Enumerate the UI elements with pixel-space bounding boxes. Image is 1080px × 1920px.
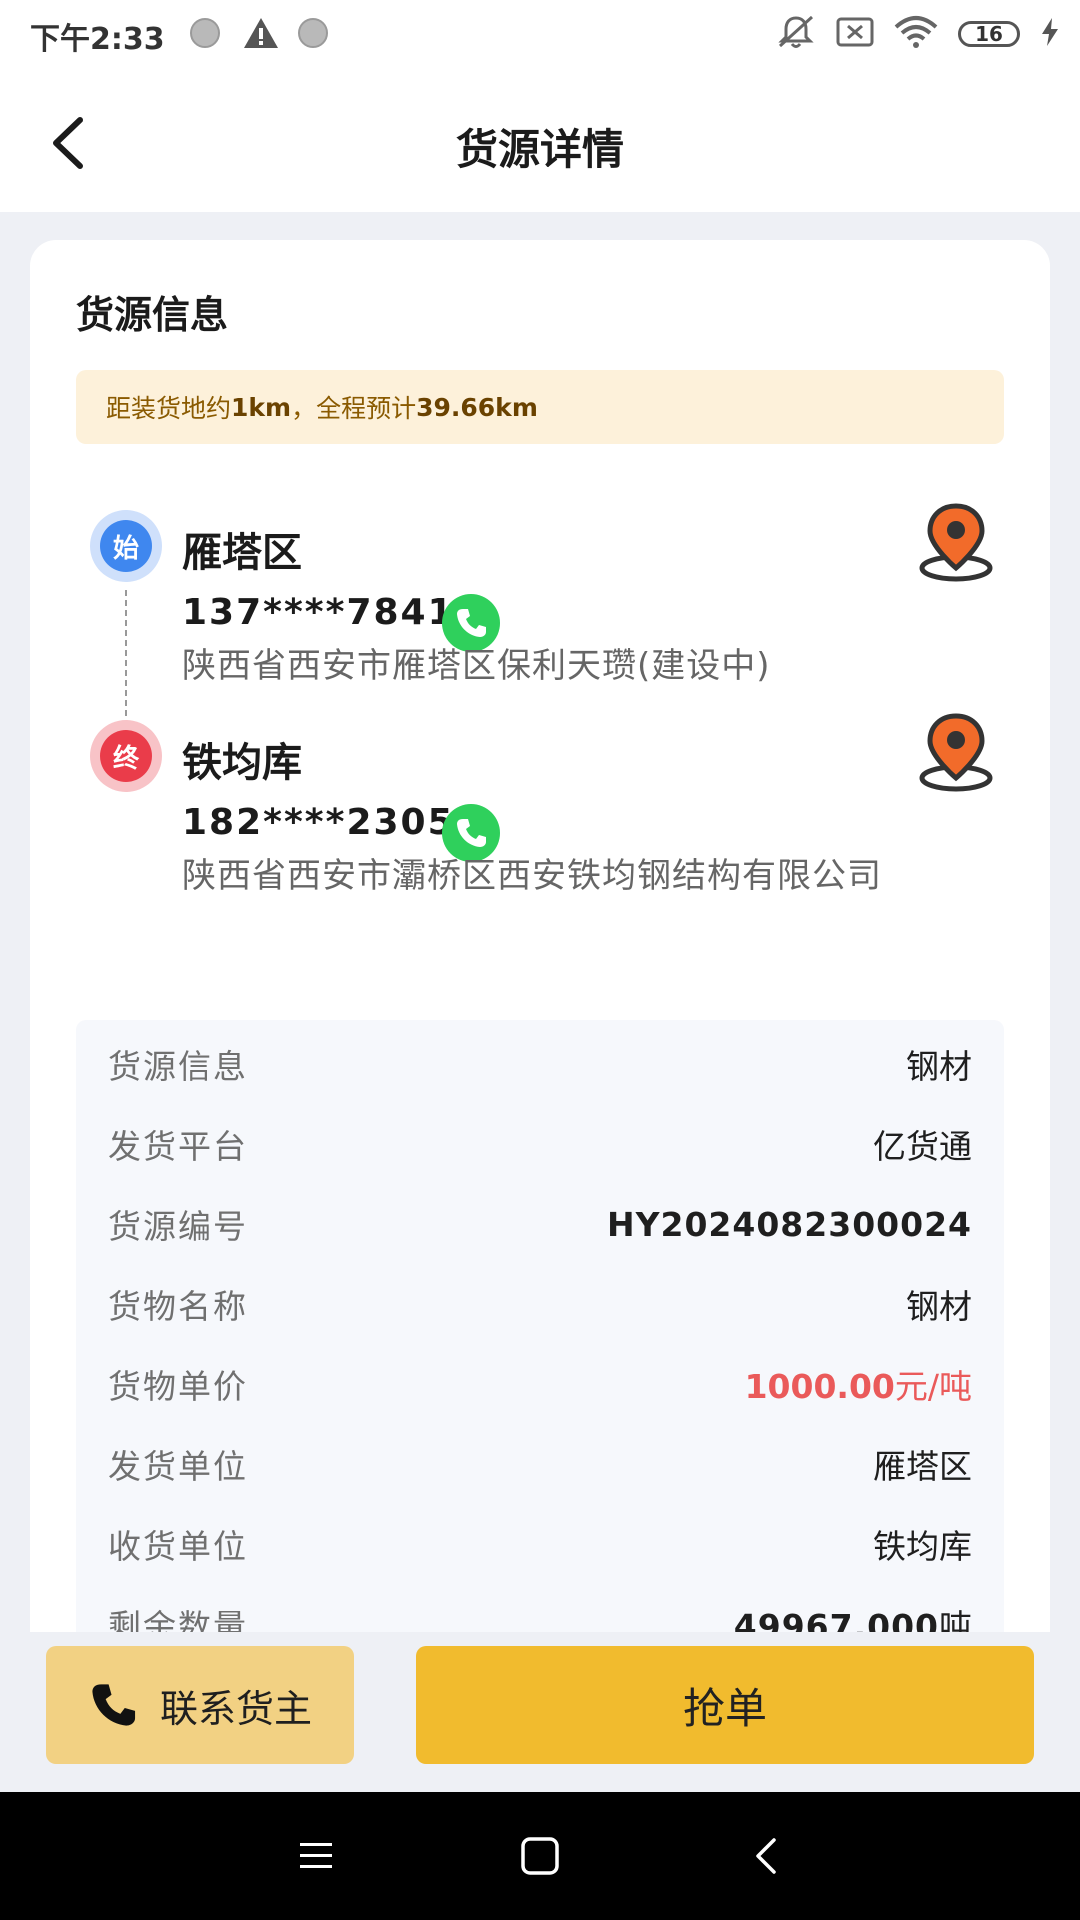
info-value: 铁均库 [873,1527,972,1566]
info-label: 发货单位 [108,1447,248,1486]
menu-icon [300,1843,332,1868]
contact-owner-button[interactable]: 联系货主 [46,1646,354,1764]
phone-icon [457,819,486,847]
menu-nav-button[interactable] [286,1826,346,1886]
end-badge: 终 [90,720,162,792]
distance-banner: 距装货地约 1km ，全程预计 39.66km [76,370,1004,444]
info-value: 雁塔区 [873,1447,972,1486]
mute-icon [776,14,816,54]
info-value: 钢材 [906,1287,972,1326]
status-bar: 下午2:33 16 [0,0,1080,70]
sim-off-icon [836,16,874,52]
info-row-cargo-info: 货源信息 钢材 [108,1034,972,1094]
info-label: 货物单价 [108,1367,248,1406]
info-row-unit-price: 货物单价 1000.00元/吨 [108,1354,972,1414]
price-unit: 元/吨 [894,1367,972,1406]
cargo-details-table: 货源信息 钢材 发货平台 亿货通 货源编号 HY2024082300024 货物… [76,1020,1004,1632]
contact-owner-label: 联系货主 [159,1686,312,1731]
info-value: HY2024082300024 [606,1204,972,1244]
remaining-value: 49967.000吨 [734,1600,972,1632]
grab-order-label: 抢单 [682,1683,767,1733]
bottom-action-bar: 联系货主 抢单 [0,1632,1080,1792]
remaining-amount: 49967.000 [733,1607,939,1632]
phone-icon [92,1684,136,1726]
info-row-cargo-no: 货源编号 HY2024082300024 [108,1194,972,1254]
home-nav-button[interactable] [510,1826,570,1886]
start-map-pin-button[interactable] [918,502,994,582]
info-label: 货源编号 [108,1207,248,1246]
start-address: 陕西省西安市雁塔区保利天瓒(建设中) [182,646,771,686]
price-amount: 1000.00 [744,1367,895,1406]
info-row-goods-name: 货物名称 钢材 [108,1274,972,1334]
distance-prefix: 距装货地约 [106,394,232,423]
notification-dot-icon [190,18,220,48]
distance-middle: ，全程预计 [291,394,417,423]
price-value: 1000.00元/吨 [745,1360,972,1408]
info-value: 亿货通 [873,1127,972,1166]
info-label: 货源信息 [108,1047,248,1086]
status-time: 下午2:33 [30,22,165,57]
start-location-name: 雁塔区 [182,530,302,576]
page-title: 货源详情 [455,125,624,174]
info-label: 发货平台 [108,1127,248,1166]
app-header: 货源详情 [0,70,1080,212]
end-badge-label: 终 [100,730,152,782]
battery-icon: 16 [958,21,1020,47]
grab-order-button[interactable]: 抢单 [416,1646,1034,1764]
phone-icon [457,609,486,637]
end-location-name: 铁均库 [182,740,302,786]
info-label: 货物名称 [108,1287,248,1326]
start-phone: 137****7841 [182,592,455,633]
home-square-icon [521,1837,559,1875]
remaining-unit: 吨 [939,1607,972,1632]
system-navigation-bar [0,1792,1080,1920]
info-label: 剩余数量 [108,1607,248,1632]
info-row-receiver: 收货单位 铁均库 [108,1514,972,1574]
distance-total: 39.66km [416,392,538,422]
end-address: 陕西省西安市灞桥区西安铁均钢结构有限公司 [182,856,882,896]
info-row-shipper: 发货单位 雁塔区 [108,1434,972,1494]
wifi-icon [894,15,938,53]
content-scroll-area[interactable]: 货源信息 距装货地约 1km ，全程预计 39.66km 始 雁塔区 137**… [0,212,1080,1632]
charging-icon [1040,17,1060,51]
warning-icon [242,16,280,54]
map-pin-icon [919,503,993,582]
start-badge: 始 [90,510,162,582]
end-map-pin-button[interactable] [918,712,994,792]
back-nav-button[interactable] [738,1826,798,1886]
chevron-left-icon [756,1838,776,1874]
info-label: 收货单位 [108,1527,248,1566]
start-badge-label: 始 [100,520,152,572]
cargo-card: 货源信息 距装货地约 1km ，全程预计 39.66km 始 雁塔区 137**… [30,240,1050,1632]
info-value: 钢材 [906,1047,972,1086]
section-title: 货源信息 [76,293,229,337]
route-connector-line [125,590,127,716]
notification-dot-icon [298,18,328,48]
info-row-remaining: 剩余数量 49967.000吨 [108,1594,972,1632]
map-pin-icon [919,713,993,792]
distance-near: 1km [231,392,292,422]
info-row-platform: 发货平台 亿货通 [108,1114,972,1174]
end-phone: 182****2305 [182,802,455,843]
